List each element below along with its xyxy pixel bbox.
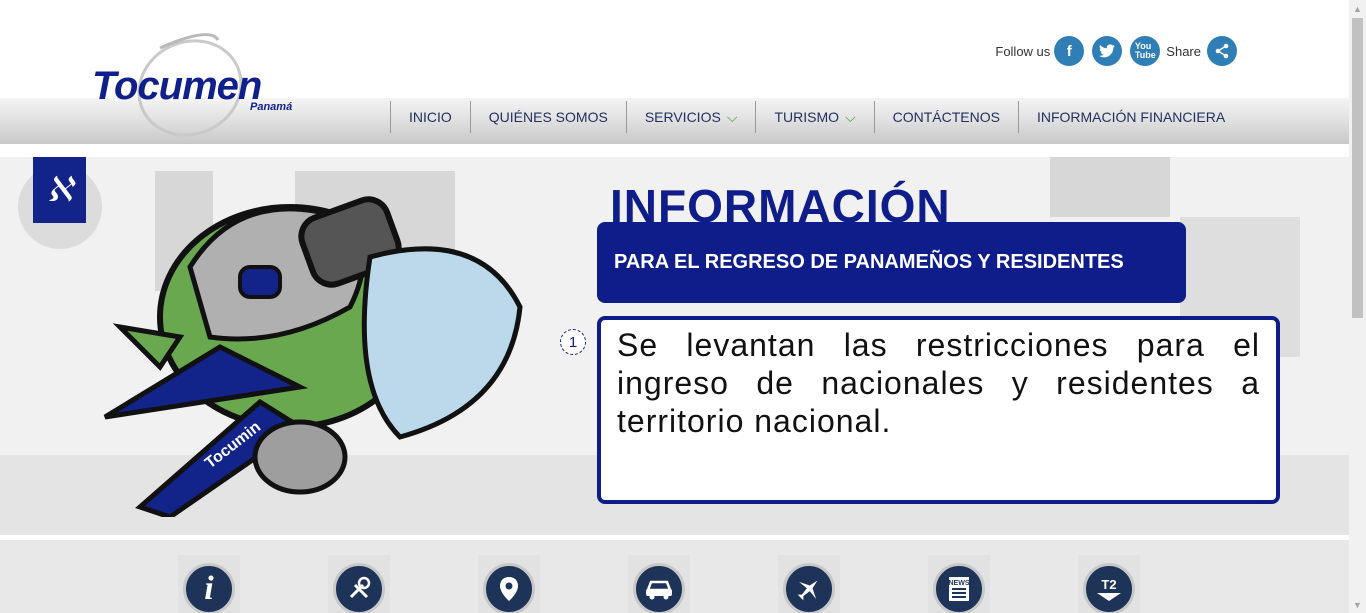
vertical-scrollbar[interactable]: ▲ ▼ bbox=[1349, 0, 1366, 613]
menu-item-quienes-somos[interactable]: QUIÉNES SOMOS bbox=[469, 101, 626, 133]
news-glyph: NEWS bbox=[949, 580, 970, 587]
background-building bbox=[1050, 157, 1170, 217]
quick-link-news[interactable]: NEWS bbox=[928, 555, 990, 613]
food-icon bbox=[333, 563, 385, 613]
chevron-down-icon: ⌵ bbox=[845, 108, 856, 125]
news-icon: NEWS bbox=[933, 563, 985, 613]
hero-message: Se levantan las restricciones para el in… bbox=[617, 327, 1260, 439]
facebook-icon[interactable]: f bbox=[1054, 36, 1085, 66]
share-icon[interactable] bbox=[1207, 36, 1237, 66]
menu-label: TURISMO bbox=[774, 109, 839, 125]
share-label: Share bbox=[1166, 43, 1201, 59]
plane-icon bbox=[783, 563, 835, 613]
main-menu: INICIO QUIÉNES SOMOS SERVICIOS ⌵ TURISMO ⌵… bbox=[390, 101, 1243, 133]
menu-label: INICIO bbox=[409, 109, 452, 125]
tocumen-logo[interactable]: Tocumen Panamá bbox=[90, 28, 310, 140]
hero-message-box: Se levantan las restricciones para el in… bbox=[597, 316, 1280, 504]
hero-subtitle: PARA EL REGRESO DE PANAMEÑOS Y RESIDENTE… bbox=[614, 251, 1124, 273]
menu-item-informacion-financiera[interactable]: INFORMACIÓN FINANCIERA bbox=[1017, 101, 1243, 133]
quick-link-flights[interactable] bbox=[778, 555, 840, 613]
hero-subtitle-box: PARA EL REGRESO DE PANAMEÑOS Y RESIDENTE… bbox=[597, 222, 1186, 303]
page: Tocumen Panamá Follow us f You Tube Share… bbox=[0, 0, 1366, 613]
menu-label: QUIÉNES SOMOS bbox=[488, 109, 608, 125]
social-bar: Follow us f You Tube Share bbox=[995, 36, 1245, 66]
terminal-glyph: T2 bbox=[1101, 576, 1117, 592]
quick-link-info[interactable]: i bbox=[178, 555, 240, 613]
scrollbar-thumb[interactable] bbox=[1352, 18, 1363, 318]
menu-label: SERVICIOS bbox=[644, 109, 721, 125]
header: Tocumen Panamá Follow us f You Tube Share… bbox=[0, 0, 1349, 157]
mascot-plane-icon: Tocumin bbox=[103, 196, 523, 517]
menu-label: INFORMACIÓN FINANCIERA bbox=[1036, 109, 1226, 125]
scroll-down-icon[interactable]: ▼ bbox=[1349, 596, 1366, 613]
quick-link-terminal-2[interactable]: T2 bbox=[1078, 555, 1140, 613]
follow-us-label: Follow us bbox=[995, 43, 1051, 59]
info-icon: i bbox=[183, 563, 235, 613]
youtube-icon[interactable]: You Tube bbox=[1130, 36, 1161, 66]
twitter-icon[interactable] bbox=[1092, 36, 1123, 66]
menu-label: CONTÁCTENOS bbox=[892, 109, 1000, 125]
hero-banner[interactable]: ℵ Tocumin INFORMACIÓN PARA EL REGRESO DE… bbox=[0, 157, 1349, 535]
menu-item-inicio[interactable]: INICIO bbox=[390, 101, 470, 133]
tocumen-badge-icon: ℵ bbox=[33, 157, 86, 223]
menu-item-turismo[interactable]: TURISMO ⌵ bbox=[755, 101, 873, 133]
menu-item-contactenos[interactable]: CONTÁCTENOS bbox=[873, 101, 1018, 133]
slide-number[interactable]: 1 bbox=[560, 329, 586, 355]
quick-link-food[interactable] bbox=[328, 555, 390, 613]
menu-item-servicios[interactable]: SERVICIOS ⌵ bbox=[625, 101, 756, 133]
quick-link-location[interactable] bbox=[478, 555, 540, 613]
logo-text: Tocumen bbox=[92, 64, 262, 108]
logo-subtitle: Panamá bbox=[250, 101, 293, 113]
scroll-up-icon[interactable]: ▲ bbox=[1349, 0, 1366, 17]
quick-link-parking[interactable] bbox=[628, 555, 690, 613]
car-icon bbox=[633, 563, 685, 613]
chevron-down-icon: ⌵ bbox=[726, 108, 738, 125]
terminal-icon: T2 bbox=[1083, 563, 1135, 613]
location-icon bbox=[483, 563, 535, 613]
